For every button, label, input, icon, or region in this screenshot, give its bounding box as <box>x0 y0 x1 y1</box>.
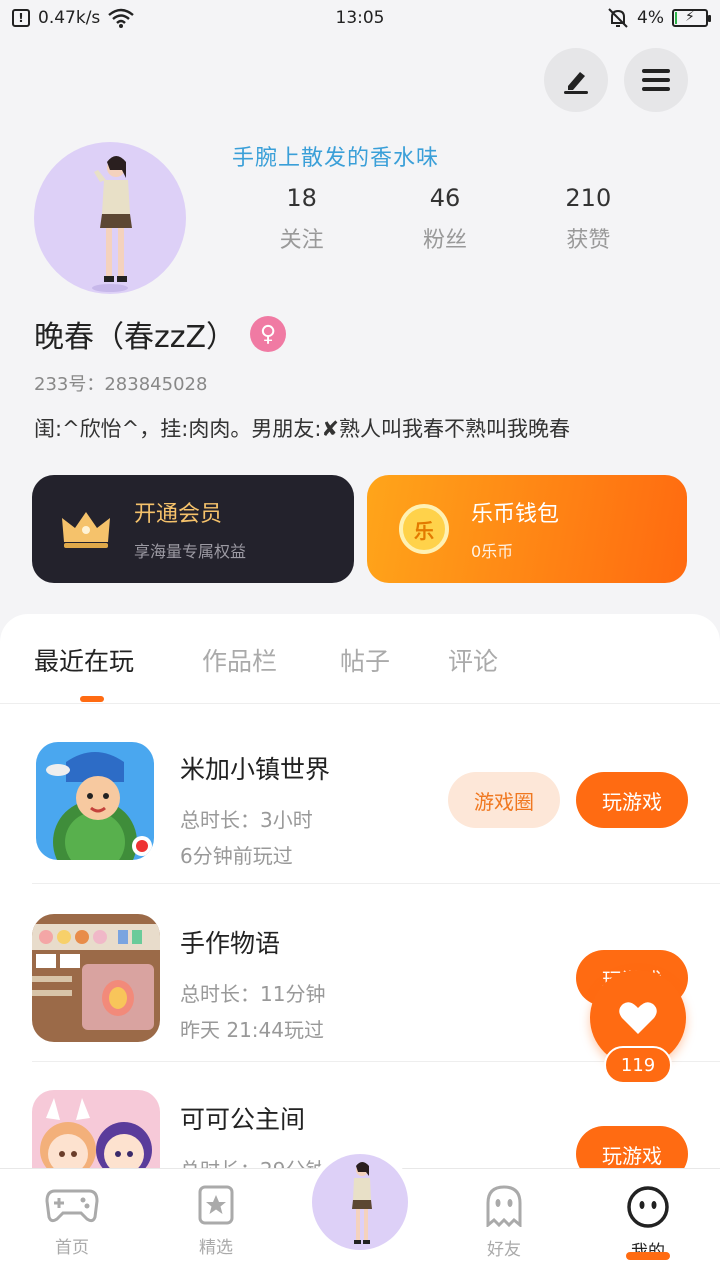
stat-label: 获赞 <box>566 228 611 253</box>
tab-works[interactable]: 作品栏 <box>202 642 277 678</box>
gamepad-icon <box>45 1189 99 1223</box>
game-icon-miga <box>36 742 154 860</box>
status-left: ! 0.47k/s <box>12 8 135 28</box>
game-duration: 总时长：3小时 <box>180 808 313 832</box>
edit-button[interactable] <box>544 48 608 112</box>
nickname: 晚春（春zzZ） <box>34 320 237 355</box>
vip-subtitle: 享海量专属权益 <box>134 542 247 561</box>
menu-button[interactable] <box>624 48 688 112</box>
game-row[interactable]: 米加小镇世界 总时长：3小时 6分钟前玩过 游戏圈 玩游戏 <box>0 706 720 884</box>
vip-title: 开通会员 <box>134 502 223 527</box>
game-last-played: 6分钟前玩过 <box>180 844 293 868</box>
nav-center-avatar[interactable] <box>306 1148 414 1256</box>
content-panel: 最近在玩 作品栏 帖子 评论 米加小镇世界 总时长：3小时 6分钟前玩过 游戏圈… <box>0 614 720 1174</box>
bell-muted-icon <box>608 8 628 28</box>
hamburger-icon <box>642 69 670 91</box>
heart-icon <box>619 1002 657 1034</box>
stat-label: 关注 <box>279 228 324 253</box>
nav-home[interactable]: 首页 <box>32 1185 112 1258</box>
nav-label: 精选 <box>199 1238 233 1258</box>
bio-text: 闺:^欣怡^，挂:肉肉。男朋友:✘熟人叫我春不熟叫我晚春 <box>34 417 571 441</box>
status-right: 4% ⚡ <box>607 7 711 29</box>
female-gender-icon: ♀ <box>250 316 287 352</box>
coin-icon: 乐 <box>399 504 449 554</box>
wifi-icon <box>108 8 135 28</box>
battery-icon: ⚡ <box>672 9 711 27</box>
tab-comments[interactable]: 评论 <box>448 642 498 678</box>
game-name: 可可公主间 <box>180 1105 306 1134</box>
stat-label: 粉丝 <box>422 228 467 253</box>
play-game-button[interactable]: 玩游戏 <box>576 1126 688 1174</box>
stat-likes[interactable]: 210 获赞 <box>517 184 660 254</box>
like-count: 119 <box>604 1046 672 1084</box>
user-id[interactable]: 233号：283845028 <box>34 370 207 396</box>
face-icon <box>627 1186 669 1228</box>
game-name: 手作物语 <box>180 929 281 958</box>
game-name: 米加小镇世界 <box>180 755 331 784</box>
play-game-button[interactable]: 玩游戏 <box>576 772 688 828</box>
avatar-icon <box>312 1154 408 1250</box>
stat-number: 46 <box>429 184 461 212</box>
battery-percent: 4% <box>637 8 664 28</box>
nav-active-indicator <box>626 1252 670 1260</box>
wallet-balance: 0乐币 <box>471 542 514 561</box>
game-duration: 总时长：11分钟 <box>180 982 326 1006</box>
crown-icon <box>62 512 110 548</box>
wallet-title: 乐币钱包 <box>471 502 560 527</box>
stat-following[interactable]: 18 关注 <box>230 184 373 254</box>
tab-bar: 最近在玩 作品栏 帖子 评论 <box>0 614 720 704</box>
wallet-card[interactable]: 乐 乐币钱包 0乐币 <box>367 475 687 583</box>
profile-stats: 18 关注 46 粉丝 210 获赞 <box>230 184 660 254</box>
tab-indicator <box>80 696 104 702</box>
signature-marquee: 手腕上散发的香水味 <box>232 146 440 170</box>
nav-mine[interactable]: 我的 <box>608 1185 688 1262</box>
stat-number: 18 <box>286 184 317 212</box>
nav-featured[interactable]: 精选 <box>176 1185 256 1258</box>
nickname-row: 晚春（春zzZ） ♀ <box>34 312 287 356</box>
stat-number: 210 <box>565 184 612 212</box>
nav-friends[interactable]: 好友 <box>464 1185 544 1260</box>
game-circle-button[interactable]: 游戏圈 <box>448 772 560 828</box>
star-icon <box>198 1185 234 1225</box>
game-icon-coco-princess <box>32 1090 160 1174</box>
stat-fans[interactable]: 46 粉丝 <box>373 184 516 254</box>
vip-card[interactable]: 开通会员 享海量专属权益 <box>32 475 354 583</box>
net-speed: 0.47k/s <box>38 8 101 28</box>
ghost-icon <box>486 1185 522 1229</box>
profile-avatar[interactable] <box>34 142 186 294</box>
status-bar: ! 0.47k/s 13:05 4% ⚡ <box>0 0 720 36</box>
tab-recent[interactable]: 最近在玩 <box>34 642 134 678</box>
game-icon-handcraft <box>32 914 160 1042</box>
nav-label: 首页 <box>55 1238 89 1258</box>
game-last-played: 昨天 21:44玩过 <box>180 1018 324 1042</box>
pencil-icon <box>564 72 588 94</box>
tab-posts[interactable]: 帖子 <box>340 642 390 678</box>
alert-icon: ! <box>12 9 30 27</box>
avatar-figure-icon <box>92 156 132 292</box>
nav-label: 好友 <box>487 1240 521 1260</box>
